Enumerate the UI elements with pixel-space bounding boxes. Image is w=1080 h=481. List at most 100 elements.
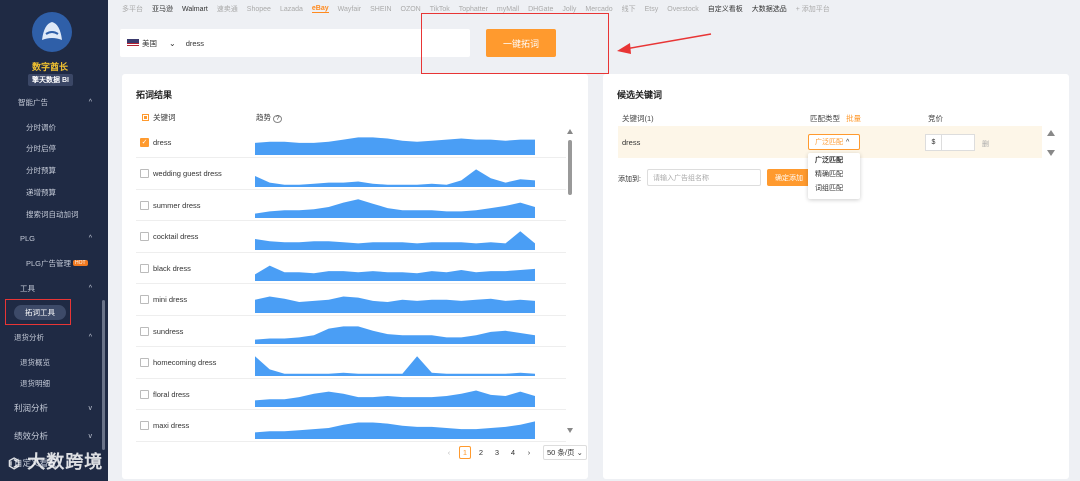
platform-tab[interactable]: Etsy [645,6,659,13]
platform-tab[interactable]: 亚马逊 [152,4,173,14]
menu-return-overview[interactable]: 退货概览 [0,353,100,371]
help-icon[interactable]: ? [273,115,283,123]
sidebar-scrollbar[interactable] [102,300,105,450]
watermark-logo-icon: ⌬ [8,455,22,471]
menu-smart-ads[interactable]: 智能广告 ^ [0,93,100,111]
menu-plg-ads[interactable]: PLG广告管理 HOT [0,254,100,272]
delete-link[interactable]: 删 [982,139,989,149]
platform-tab[interactable]: Wayfair [338,6,361,13]
bid-input[interactable]: $ [925,134,975,151]
menu-return-analysis[interactable]: 退货分析 ^ [0,328,100,346]
keyword-row[interactable]: sundress [136,316,566,347]
menu-plg[interactable]: PLG ^ [0,229,100,247]
annotation-box-tool [5,299,71,325]
trend-sparkline [255,230,535,250]
platform-tab[interactable]: DHGate [528,6,553,13]
keyword-row[interactable]: wedding guest dress [136,159,566,190]
add-platform-link[interactable]: + 添加平台 [796,4,830,14]
chevron-down-icon[interactable]: ⌄ [169,39,176,48]
keyword-row[interactable]: homecoming dress [136,348,566,379]
column-label: 趋势 [256,113,271,122]
trend-area [255,137,535,155]
match-option-exact[interactable]: 精确匹配 [808,167,860,181]
menu-time-budget[interactable]: 分时预算 [0,161,100,179]
row-checkbox[interactable] [140,200,149,210]
keyword-row[interactable]: cocktail dress [136,222,566,253]
next-page-button[interactable]: › [523,446,535,459]
keyword-row[interactable]: ✓ dress [136,127,566,158]
row-checkbox[interactable]: ✓ [140,137,149,147]
keyword-label: cocktail dress [153,232,199,241]
results-scrollbar[interactable] [568,140,572,195]
menu-auto-add-keyword[interactable]: 搜索词自动加词 [0,205,100,223]
menu-return-detail[interactable]: 退货明细 [0,374,100,392]
scroll-down-icon[interactable] [566,426,574,434]
platform-tab[interactable]: SHEIN [370,6,391,13]
batch-link[interactable]: 批量 [846,114,861,123]
trend-area [255,230,535,250]
platform-tab[interactable]: Shopee [247,6,271,13]
ad-group-input[interactable]: 请输入广告组名称 [647,169,761,186]
platform-tab[interactable]: 线下 [622,4,636,14]
row-checkbox[interactable] [140,389,149,399]
platform-tab[interactable]: OZON [401,6,421,13]
platform-tab[interactable]: Lazada [280,6,303,13]
platform-tab-active[interactable]: eBay [311,5,329,13]
menu-performance-analysis[interactable]: 绩效分析 v [0,427,100,445]
prev-page-button[interactable]: ‹ [443,446,455,459]
page-4[interactable]: 4 [507,446,519,459]
platform-tab[interactable]: Walmart [182,6,208,13]
menu-time-bid[interactable]: 分时调价 [0,118,100,136]
trend-column-header: 趋势 ? [256,112,283,123]
confirm-add-button[interactable]: 确定添加 [767,169,811,186]
trend-sparkline [255,137,535,155]
keyword-row[interactable]: black dress [136,253,566,284]
keyword-row[interactable]: summer dress [136,190,566,221]
menu-label: PLG广告管理 [26,258,72,268]
move-up-icon[interactable] [1046,129,1056,137]
row-checkbox[interactable] [140,169,149,178]
menu-time-start-stop[interactable]: 分时启停 [0,139,100,157]
page-size-select[interactable]: 50 条/页 ⌄ [543,445,587,460]
scroll-up-icon[interactable] [566,128,574,136]
row-checkbox[interactable] [140,263,149,273]
row-checkbox[interactable] [140,358,149,367]
menu-profit-analysis[interactable]: 利润分析 v [0,399,100,417]
keyword-label: sundress [153,326,184,336]
sidebar: 数字酋长 擎天数据 BI 智能广告 ^ 分时调价 分时启停 分时预算 递增预算 搜… [0,0,108,481]
currency-label: $ [926,135,942,150]
keyword-row[interactable]: floral dress [136,379,566,410]
page-1[interactable]: 1 [459,446,471,459]
row-checkbox[interactable] [140,326,149,336]
add-to-label: 添加到: [618,176,641,183]
menu-tools[interactable]: 工具 ^ [0,279,100,297]
match-option-phrase[interactable]: 词组匹配 [808,181,860,195]
row-checkbox[interactable] [140,232,149,241]
keyword-row[interactable]: mini dress [136,285,566,316]
move-down-icon[interactable] [1046,149,1056,157]
platform-tab[interactable]: Mercado [585,6,612,13]
select-all-checkbox[interactable] [142,114,149,121]
platform-tab[interactable]: Tophatter [459,6,488,13]
platform-tab[interactable]: TikTok [430,6,450,13]
row-checkbox[interactable] [140,421,149,430]
country-select[interactable]: 美国 [142,38,157,49]
platform-tab[interactable]: 多平台 [122,4,143,14]
match-option-broad[interactable]: 广泛匹配 [808,153,860,167]
row-checkbox[interactable] [140,295,149,304]
menu-label: 退货明细 [20,378,50,388]
platform-tab[interactable]: 自定义看板 [708,4,743,14]
menu-increment-budget[interactable]: 递增预算 [0,183,100,201]
platform-tab[interactable]: 速卖通 [217,4,238,14]
page-2[interactable]: 2 [475,446,487,459]
match-type-select[interactable]: 广泛匹配 ^ [808,134,860,150]
platform-tab[interactable]: Overstock [667,6,699,13]
trend-area [255,390,535,407]
platform-tab[interactable]: 大数据选品 [752,4,787,14]
trend-area [255,355,535,376]
platform-tab[interactable]: myMall [497,6,519,13]
platform-tab[interactable]: Jolly [562,6,576,13]
keyword-row[interactable]: maxi dress [136,411,566,442]
page-3[interactable]: 3 [491,446,503,459]
keyword-input[interactable]: dress [186,39,204,48]
